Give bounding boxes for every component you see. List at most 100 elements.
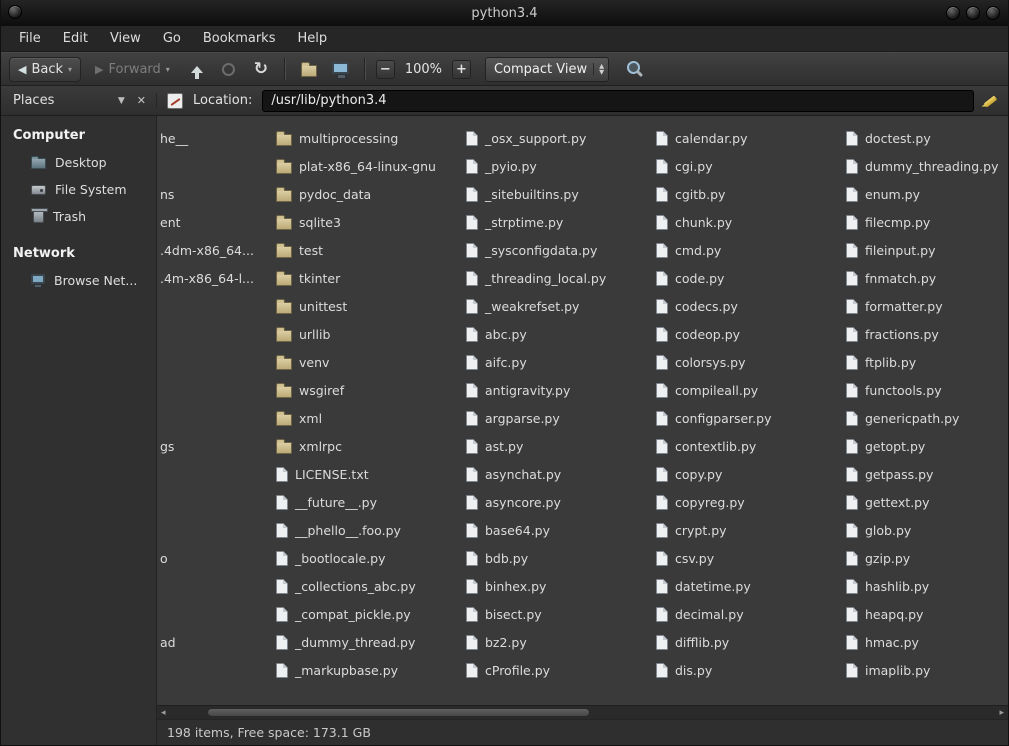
file-item[interactable]: ast.py bbox=[464, 432, 654, 460]
folder-item[interactable]: plat-x86_64-linux-gnu bbox=[274, 152, 464, 180]
file-item[interactable]: enum.py bbox=[844, 180, 1008, 208]
file-item[interactable]: doctest.py bbox=[844, 124, 1008, 152]
places-caret-icon[interactable]: ▼ bbox=[118, 96, 125, 106]
file-item[interactable]: dis.py bbox=[654, 656, 844, 684]
search-icon[interactable] bbox=[625, 60, 643, 78]
file-item[interactable]: _sysconfigdata.py bbox=[464, 236, 654, 264]
folder-item[interactable]: unittest bbox=[274, 292, 464, 320]
file-item[interactable]: configparser.py bbox=[654, 404, 844, 432]
sidebar-item-trash[interactable]: Trash bbox=[1, 203, 156, 230]
file-item[interactable]: formatter.py bbox=[844, 292, 1008, 320]
folder-item[interactable]: venv bbox=[274, 348, 464, 376]
file-item[interactable]: getopt.py bbox=[844, 432, 1008, 460]
forward-history-caret-icon[interactable]: ▾ bbox=[166, 65, 170, 74]
file-item[interactable]: _strptime.py bbox=[464, 208, 654, 236]
minimize-button[interactable] bbox=[946, 6, 960, 20]
file-item[interactable]: functools.py bbox=[844, 376, 1008, 404]
scroll-right-icon[interactable]: ▸ bbox=[999, 707, 1004, 719]
file-item[interactable]: bz2.py bbox=[464, 628, 654, 656]
file-item[interactable]: dummy_threading.py bbox=[844, 152, 1008, 180]
file-item[interactable]: hashlib.py bbox=[844, 572, 1008, 600]
file-item[interactable]: contextlib.py bbox=[654, 432, 844, 460]
file-item[interactable]: antigravity.py bbox=[464, 376, 654, 404]
file-item[interactable]: code.py bbox=[654, 264, 844, 292]
folder-item[interactable]: multiprocessing bbox=[274, 124, 464, 152]
file-item[interactable]: difflib.py bbox=[654, 628, 844, 656]
open-terminal-button[interactable] bbox=[328, 56, 354, 82]
clipped-file-name[interactable]: ent bbox=[160, 208, 181, 236]
view-mode-spinner-icon[interactable]: ▲ ▼ bbox=[593, 63, 604, 75]
edit-location-icon[interactable] bbox=[167, 93, 183, 109]
window-menu-button[interactable] bbox=[8, 5, 22, 19]
file-item[interactable]: imaplib.py bbox=[844, 656, 1008, 684]
file-item[interactable]: genericpath.py bbox=[844, 404, 1008, 432]
file-item[interactable]: getpass.py bbox=[844, 460, 1008, 488]
menu-item-file[interactable]: File bbox=[11, 29, 49, 48]
clipped-file-name[interactable]: ns bbox=[160, 180, 174, 208]
horizontal-scrollbar[interactable]: ◂ ▸ bbox=[157, 705, 1008, 719]
file-item[interactable]: compileall.py bbox=[654, 376, 844, 404]
file-item[interactable]: abc.py bbox=[464, 320, 654, 348]
file-item[interactable]: decimal.py bbox=[654, 600, 844, 628]
file-item[interactable]: base64.py bbox=[464, 516, 654, 544]
clipped-file-name[interactable]: gs bbox=[160, 432, 174, 460]
file-item[interactable]: copyreg.py bbox=[654, 488, 844, 516]
file-item[interactable]: aifc.py bbox=[464, 348, 654, 376]
sidebar-item-browse-net[interactable]: Browse Net... bbox=[1, 267, 156, 294]
clipped-file-name[interactable]: o bbox=[160, 544, 168, 572]
file-item[interactable]: fractions.py bbox=[844, 320, 1008, 348]
stop-button[interactable] bbox=[216, 56, 242, 82]
menu-item-edit[interactable]: Edit bbox=[55, 29, 96, 48]
file-item[interactable]: _osx_support.py bbox=[464, 124, 654, 152]
folder-item[interactable]: tkinter bbox=[274, 264, 464, 292]
file-item[interactable]: hmac.py bbox=[844, 628, 1008, 656]
file-item[interactable]: calendar.py bbox=[654, 124, 844, 152]
file-item[interactable]: _threading_local.py bbox=[464, 264, 654, 292]
up-button[interactable] bbox=[184, 56, 210, 82]
file-item[interactable]: _markupbase.py bbox=[274, 656, 464, 684]
zoom-out-button[interactable]: − bbox=[376, 60, 395, 79]
file-item[interactable]: asynchat.py bbox=[464, 460, 654, 488]
file-item[interactable]: gettext.py bbox=[844, 488, 1008, 516]
file-item[interactable]: binhex.py bbox=[464, 572, 654, 600]
clipped-file-name[interactable]: ad bbox=[160, 628, 176, 656]
refresh-button[interactable]: ↻ bbox=[248, 56, 274, 82]
file-item[interactable]: glob.py bbox=[844, 516, 1008, 544]
file-item[interactable]: gzip.py bbox=[844, 544, 1008, 572]
menu-item-view[interactable]: View bbox=[102, 29, 149, 48]
file-item[interactable]: cgi.py bbox=[654, 152, 844, 180]
folder-item[interactable]: sqlite3 bbox=[274, 208, 464, 236]
file-item[interactable]: chunk.py bbox=[654, 208, 844, 236]
folder-item[interactable]: test bbox=[274, 236, 464, 264]
file-item[interactable]: _dummy_thread.py bbox=[274, 628, 464, 656]
file-item[interactable]: fileinput.py bbox=[844, 236, 1008, 264]
file-item[interactable]: cgitb.py bbox=[654, 180, 844, 208]
clipped-file-name[interactable]: .4dm-x86_64... bbox=[160, 236, 254, 264]
file-item[interactable]: _sitebuiltins.py bbox=[464, 180, 654, 208]
file-item[interactable]: __phello__.foo.py bbox=[274, 516, 464, 544]
file-item[interactable]: colorsys.py bbox=[654, 348, 844, 376]
file-item[interactable]: bdb.py bbox=[464, 544, 654, 572]
file-item[interactable]: _compat_pickle.py bbox=[274, 600, 464, 628]
folder-item[interactable]: urllib bbox=[274, 320, 464, 348]
file-item[interactable]: copy.py bbox=[654, 460, 844, 488]
menu-item-go[interactable]: Go bbox=[155, 29, 189, 48]
sidebar-item-file-system[interactable]: File System bbox=[1, 176, 156, 203]
location-input[interactable] bbox=[262, 90, 974, 112]
menu-item-bookmarks[interactable]: Bookmarks bbox=[195, 29, 284, 48]
close-button[interactable] bbox=[986, 6, 1000, 20]
file-item[interactable]: cProfile.py bbox=[464, 656, 654, 684]
file-item[interactable]: codeop.py bbox=[654, 320, 844, 348]
folder-item[interactable]: pydoc_data bbox=[274, 180, 464, 208]
file-item[interactable]: bisect.py bbox=[464, 600, 654, 628]
forward-button[interactable]: ▶ Forward ▾ bbox=[87, 57, 178, 82]
file-item[interactable]: argparse.py bbox=[464, 404, 654, 432]
file-item[interactable]: _bootlocale.py bbox=[274, 544, 464, 572]
file-item[interactable]: asyncore.py bbox=[464, 488, 654, 516]
file-item[interactable]: _weakrefset.py bbox=[464, 292, 654, 320]
file-item[interactable]: ftplib.py bbox=[844, 348, 1008, 376]
clipped-file-name[interactable]: .4m-x86_64-l... bbox=[160, 264, 254, 292]
file-item[interactable]: filecmp.py bbox=[844, 208, 1008, 236]
places-close-icon[interactable]: ✕ bbox=[137, 94, 146, 107]
folder-item[interactable]: xmlrpc bbox=[274, 432, 464, 460]
